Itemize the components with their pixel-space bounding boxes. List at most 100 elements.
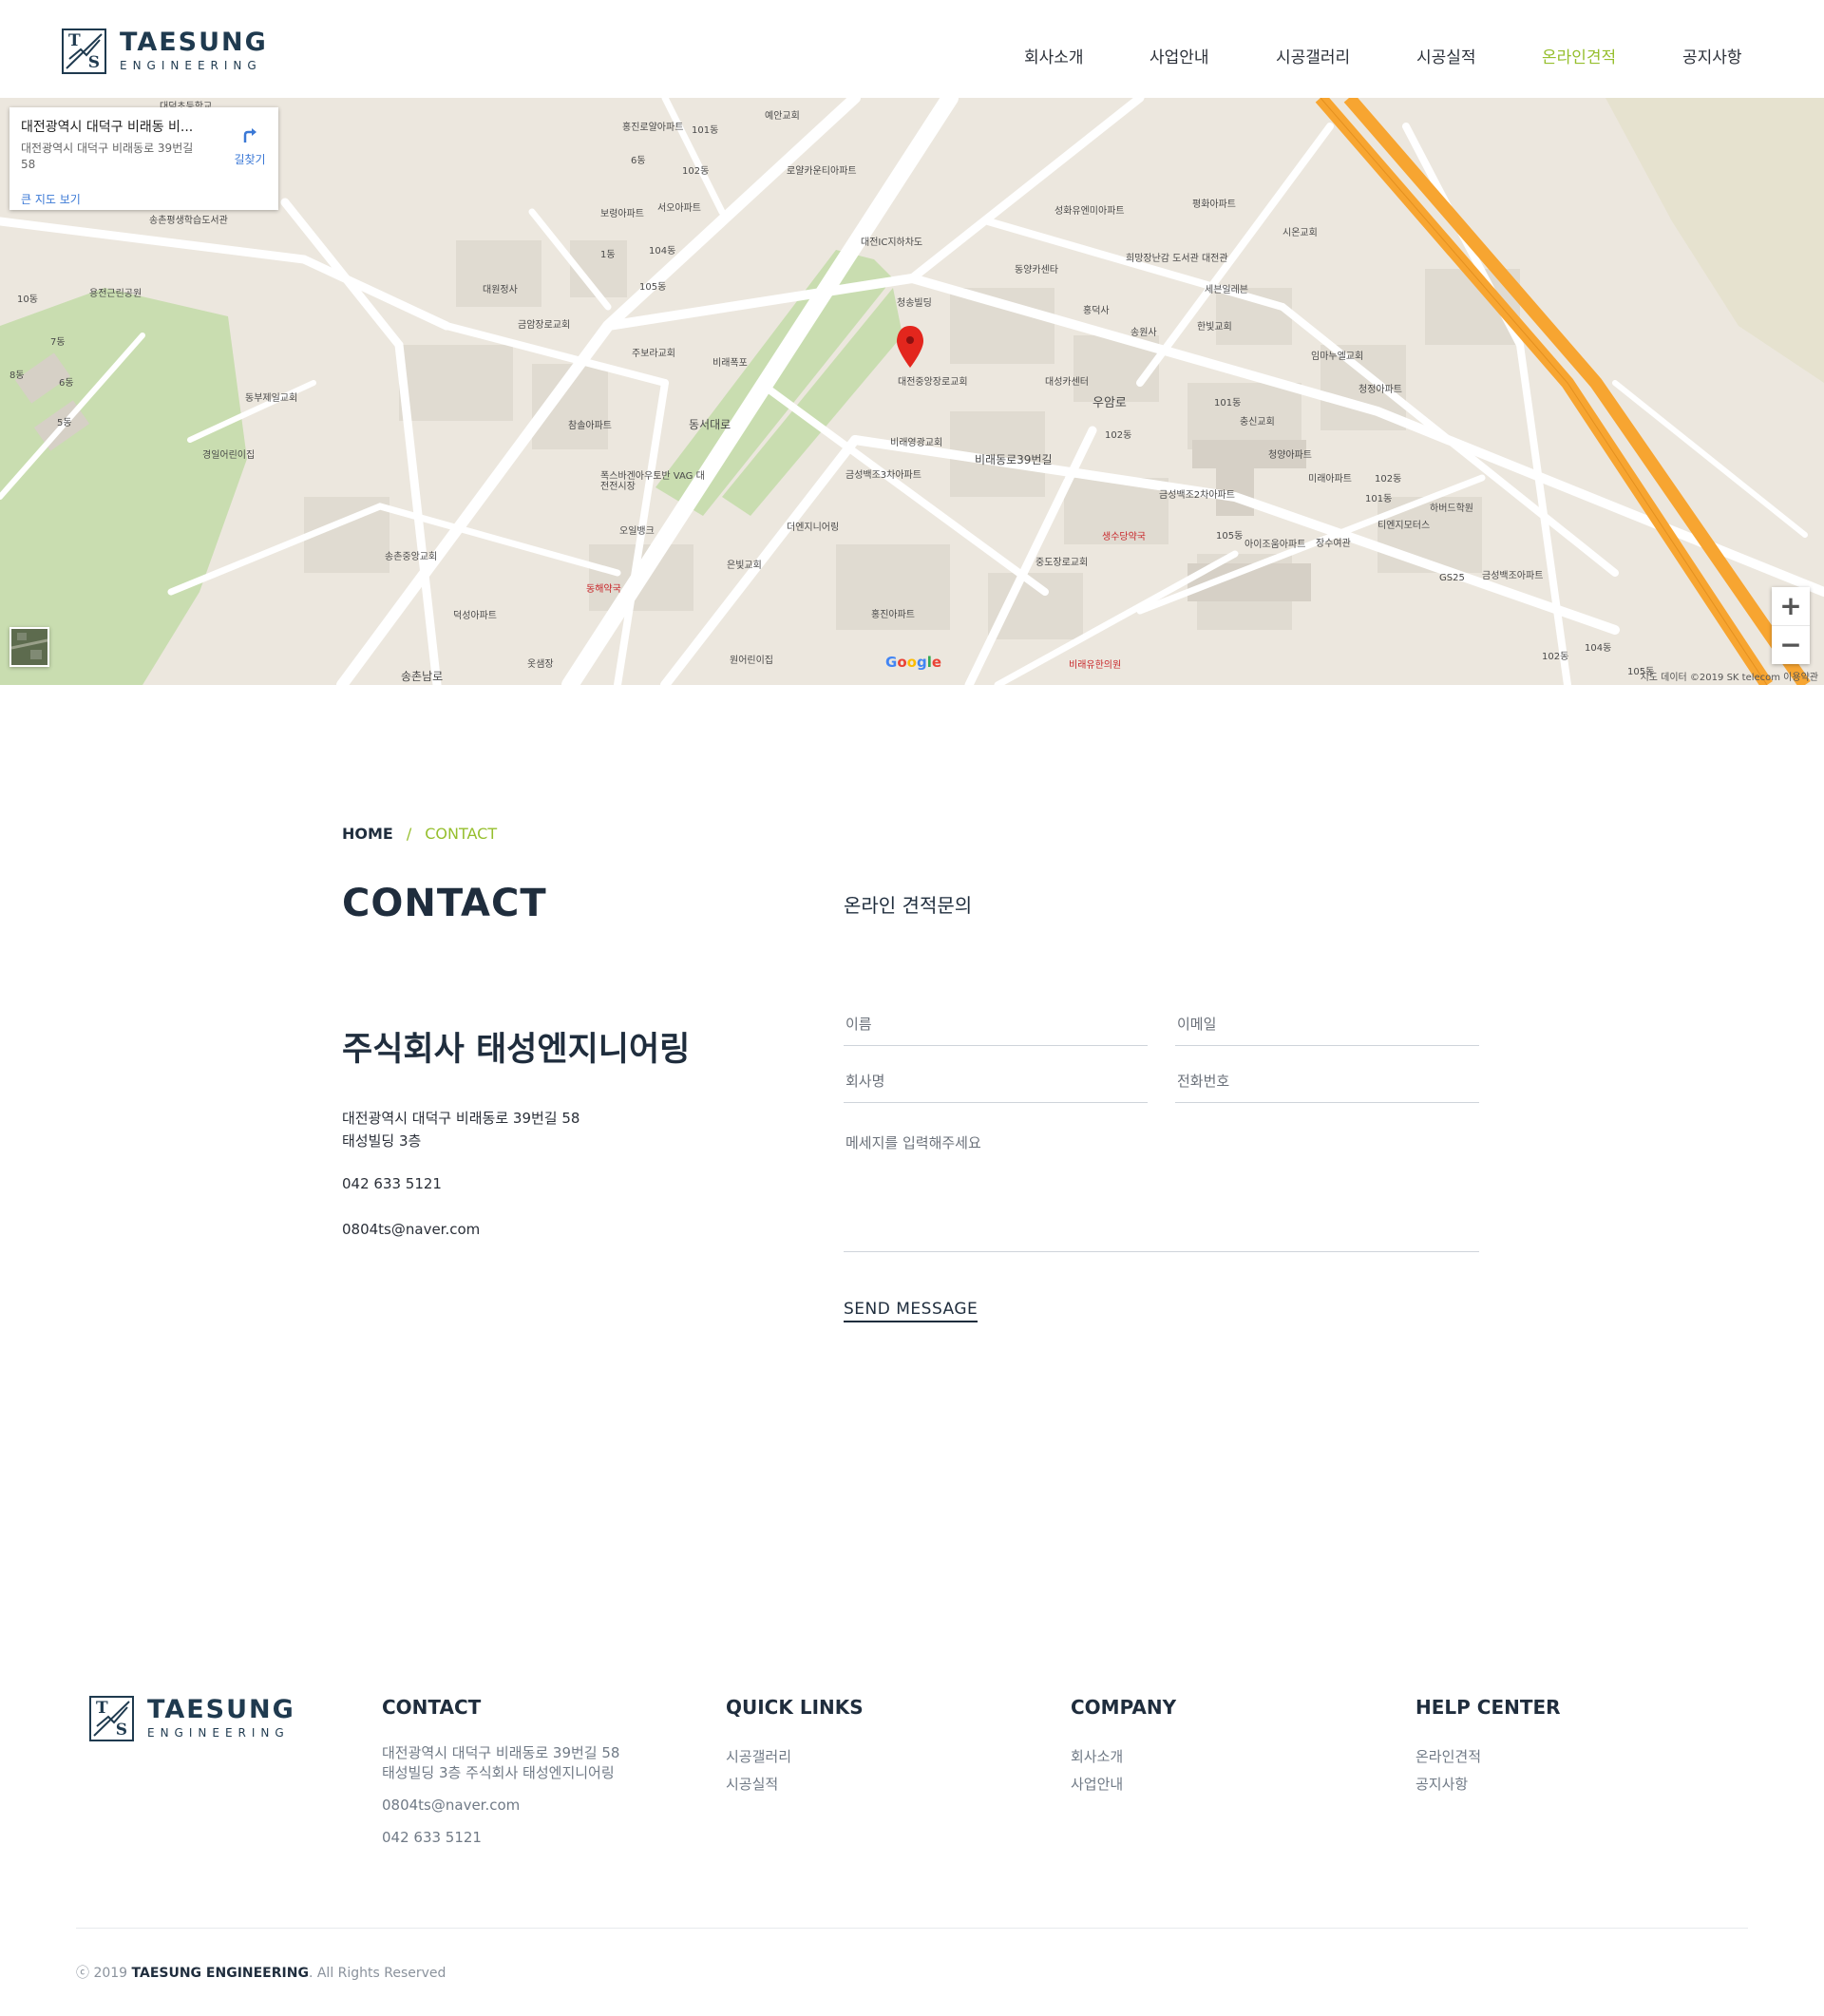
location-map[interactable]: 홍진로얄아파트 101동 예안교회 로얄카운티아파트 102동 서오아파트 보령… — [0, 98, 1824, 685]
map-label: 동서대로 — [689, 418, 732, 431]
footer-contact-heading: CONTACT — [382, 1696, 482, 1719]
map-label: 5동 — [57, 418, 72, 428]
map-label: 101동 — [1365, 494, 1393, 504]
map-label: 희망장난감 도서관 대전관 — [1126, 254, 1228, 264]
map-label: 하버드학원 — [1430, 504, 1473, 514]
footer-address-line2: 태성빌딩 3층 주식회사 태성엔지니어링 — [382, 1764, 615, 1781]
map-label: 동부제일교회 — [245, 393, 298, 404]
nav-item-company[interactable]: 회사소개 — [1024, 44, 1084, 67]
map-label: 대원정사 — [483, 285, 518, 295]
site-header: TS TAESUNG ENGINEERING 회사소개 사업안내 시공갤러리 시… — [0, 0, 1824, 98]
copyright-brand: TAESUNG ENGINEERING — [131, 1966, 309, 1981]
directions-label: 길찾기 — [234, 153, 266, 166]
footer-link-performance[interactable]: 시공실적 — [726, 1771, 864, 1798]
footer-company-heading: COMPANY — [1071, 1696, 1177, 1719]
directions-button[interactable]: 길찾기 — [226, 126, 274, 167]
map-label: 오일뱅크 — [619, 526, 655, 537]
map-label: 원어린이집 — [730, 656, 773, 666]
map-label: 장수여관 — [1316, 539, 1351, 549]
map-label: 홍진로얄아파트 — [622, 123, 684, 133]
company-address: 대전광역시 대덕구 비래동로 39번길 58 태성빌딩 3층 — [342, 1107, 580, 1152]
satellite-toggle-button[interactable] — [10, 627, 49, 667]
map-label: 대성카센터 — [1045, 377, 1089, 388]
map-label: 대전IC지하차도 — [861, 238, 923, 248]
footer-link-business[interactable]: 사업안내 — [1071, 1771, 1176, 1798]
map-label: 참솔아파트 — [568, 421, 612, 431]
map-label: 104동 — [649, 246, 676, 257]
map-label: 8동 — [10, 371, 25, 381]
big-map-link[interactable]: 큰 지도 보기 — [21, 191, 81, 207]
footer-quick-links-heading: QUICK LINKS — [726, 1696, 864, 1719]
company-input[interactable] — [844, 1067, 1148, 1103]
map-label: 금성백조아파트 — [1482, 571, 1544, 581]
breadcrumb-separator: / — [406, 825, 412, 843]
satellite-thumb-icon — [10, 629, 48, 665]
map-zoom-controls: + − — [1772, 587, 1810, 664]
main-nav: 회사소개 사업안내 시공갤러리 시공실적 온라인견적 공지사항 — [0, 44, 1824, 67]
map-label: 청양아파트 — [1268, 450, 1312, 461]
nav-item-gallery[interactable]: 시공갤러리 — [1276, 44, 1350, 67]
map-attribution[interactable]: 지도 데이터 ©2019 SK telecom 이용약관 — [1641, 669, 1818, 683]
map-label: 102동 — [682, 166, 710, 177]
map-label: 102동 — [1375, 474, 1402, 485]
nav-item-business[interactable]: 사업안내 — [1150, 44, 1209, 67]
footer-company-column: COMPANY 회사소개 사업안내 — [1071, 1696, 1176, 1798]
company-email: 0804ts@naver.com — [342, 1221, 481, 1238]
breadcrumb-home[interactable]: HOME — [342, 825, 393, 843]
google-logo: Google — [885, 654, 942, 671]
map-label: 중도장로교회 — [1036, 558, 1089, 568]
footer-link-notice[interactable]: 공지사항 — [1416, 1771, 1561, 1798]
map-label: 아이조움아파트 — [1244, 540, 1306, 550]
map-label: 우암로 — [1092, 396, 1127, 410]
footer-contact-column: CONTACT 대전광역시 대덕구 비래동로 39번길 58 태성빌딩 3층 주… — [382, 1696, 619, 1848]
company-address-line1: 대전광역시 대덕구 비래동로 39번길 58 — [342, 1110, 580, 1127]
company-phone: 042 633 5121 — [342, 1175, 442, 1192]
name-input[interactable] — [844, 1010, 1148, 1046]
breadcrumb: HOME / CONTACT — [342, 825, 497, 843]
map-label: 101동 — [692, 125, 719, 136]
map-label: 로얄카운티아파트 — [787, 166, 857, 177]
map-label: 비래영광교회 — [890, 438, 943, 448]
footer-link-gallery[interactable]: 시공갤러리 — [726, 1743, 864, 1771]
map-label: 송촌평생학습도서관 — [149, 216, 228, 226]
zoom-out-button[interactable]: − — [1772, 625, 1810, 663]
map-label: 송촌중앙교회 — [385, 552, 438, 562]
map-label: GS25 — [1439, 573, 1465, 583]
footer-link-online-quote[interactable]: 온라인견적 — [1416, 1743, 1561, 1771]
email-input[interactable] — [1175, 1010, 1479, 1046]
footer-quick-links-column: QUICK LINKS 시공갤러리 시공실적 — [726, 1696, 864, 1798]
map-label: 세븐일레븐 — [1205, 285, 1248, 295]
message-textarea[interactable] — [844, 1129, 1479, 1252]
send-message-button[interactable]: SEND MESSAGE — [844, 1300, 978, 1322]
map-info-title: 대전광역시 대덕구 비래동 비... — [21, 120, 194, 135]
nav-item-notice[interactable]: 공지사항 — [1682, 44, 1742, 67]
map-label: 홍진아파트 — [871, 610, 915, 620]
footer-link-company[interactable]: 회사소개 — [1071, 1743, 1176, 1771]
map-label: 은빛교회 — [727, 561, 762, 571]
footer-help-center-column: HELP CENTER 온라인견적 공지사항 — [1416, 1696, 1561, 1798]
map-label: 6동 — [631, 156, 646, 166]
breadcrumb-current: CONTACT — [425, 825, 498, 843]
map-label: 경일어린이집 — [202, 450, 256, 461]
phone-input[interactable] — [1175, 1067, 1479, 1103]
map-label: 청송빌딩 — [897, 298, 932, 309]
nav-item-online-quote[interactable]: 온라인견적 — [1542, 44, 1616, 67]
map-label: 시온교회 — [1282, 228, 1318, 238]
map-label: 1동 — [600, 250, 616, 260]
map-label: 송촌남로 — [401, 670, 444, 683]
footer-email: 0804ts@naver.com — [382, 1797, 521, 1814]
copyright: ⓒ 2019 TAESUNG ENGINEERING. All Rights R… — [76, 1963, 446, 1982]
zoom-in-button[interactable]: + — [1772, 587, 1810, 625]
map-label: 105동 — [1216, 531, 1244, 542]
company-name: 주식회사 태성엔지니어링 — [342, 1031, 691, 1069]
map-label: 동해약국 — [586, 584, 621, 595]
map-label: 폭스바겐아우토반 VAG 대전전시장 — [600, 471, 705, 492]
nav-item-performance[interactable]: 시공실적 — [1416, 44, 1476, 67]
map-label: 임마누엘교회 — [1311, 352, 1364, 362]
map-label: 금암장로교회 — [518, 320, 571, 331]
footer-help-center-heading: HELP CENTER — [1416, 1696, 1561, 1719]
map-label: 성화유엔미아파트 — [1054, 206, 1125, 217]
map-label: 송원사 — [1130, 328, 1157, 338]
footer-logo[interactable]: TS TAESUNG ENGINEERING — [89, 1696, 295, 1741]
map-label: 덕성아파트 — [453, 611, 497, 621]
